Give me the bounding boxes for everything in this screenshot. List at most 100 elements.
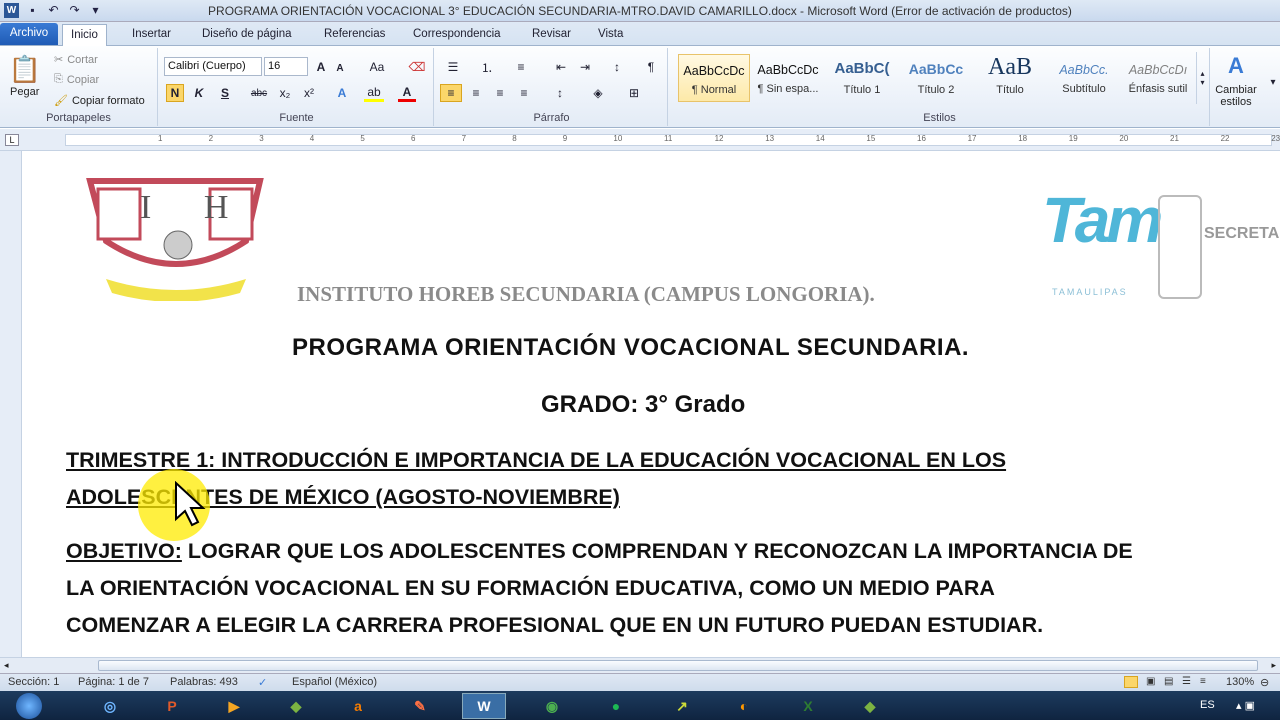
style-subtitulo[interactable]: AaBbCc. Subtítulo bbox=[1048, 54, 1120, 102]
avast-icon[interactable]: a bbox=[336, 693, 380, 719]
font-name-select[interactable]: Calibri (Cuerpo) bbox=[164, 57, 262, 76]
align-right-icon[interactable]: ≡ bbox=[490, 84, 510, 102]
tab-inicio[interactable]: Inicio bbox=[62, 24, 107, 47]
taskbar-app-icon[interactable]: ◎ bbox=[88, 693, 132, 719]
tab-archivo[interactable]: Archivo bbox=[0, 23, 58, 45]
status-page[interactable]: Página: 1 de 7 bbox=[78, 676, 149, 688]
line-spacing-icon[interactable]: ↕ bbox=[548, 84, 572, 102]
style-titulo[interactable]: AaB Título bbox=[974, 54, 1046, 102]
styles-scroll-icon[interactable]: ▴ ▾ bbox=[1196, 52, 1208, 104]
document-page[interactable]: I H Tam TAMAULIPAS SECRETARÍA DE EDUCACI… bbox=[22, 151, 1280, 657]
borders-icon[interactable]: ⊞ bbox=[622, 84, 646, 102]
app-icon[interactable]: ↗ bbox=[660, 693, 704, 719]
show-marks-icon[interactable]: ¶ bbox=[642, 58, 660, 76]
decrease-indent-icon[interactable]: ⇤ bbox=[552, 58, 570, 76]
app-icon[interactable]: ✎ bbox=[398, 693, 442, 719]
ruler-tick: 17 bbox=[967, 134, 977, 143]
superscript-button[interactable]: x² bbox=[300, 84, 318, 102]
multilevel-list-icon[interactable]: ≡ bbox=[510, 58, 532, 76]
horizontal-scrollbar[interactable]: ◂ ▸ bbox=[0, 657, 1280, 673]
shrink-font-icon[interactable]: A bbox=[332, 60, 348, 76]
spotify-icon[interactable]: ● bbox=[594, 693, 638, 719]
ih-logo-letters: I H bbox=[140, 189, 251, 226]
change-styles-button[interactable]: Cambiar estilos bbox=[1210, 84, 1262, 108]
draft-icon[interactable]: ≡ bbox=[1200, 676, 1206, 687]
ruler-tick: 6 bbox=[411, 134, 416, 143]
format-painter-button[interactable]: 🖌 Copiar formato bbox=[54, 94, 145, 108]
outline-icon[interactable]: ☰ bbox=[1182, 676, 1191, 687]
sort-icon[interactable]: ↕ bbox=[608, 58, 626, 76]
tab-referencias[interactable]: Referencias bbox=[316, 24, 393, 46]
style-sin-espaciado[interactable]: AaBbCcDc ¶ Sin espa... bbox=[752, 54, 824, 102]
coat-of-arms-icon bbox=[1158, 195, 1202, 299]
increase-indent-icon[interactable]: ⇥ bbox=[576, 58, 594, 76]
paste-button[interactable]: Pegar bbox=[10, 86, 39, 98]
tab-selector-icon[interactable]: L bbox=[5, 134, 19, 146]
strikethrough-button[interactable]: abc bbox=[248, 84, 270, 102]
numbering-icon[interactable]: ⒈ bbox=[476, 58, 498, 76]
clear-format-icon[interactable]: ⌫ bbox=[408, 58, 426, 76]
status-words[interactable]: Palabras: 493 bbox=[170, 676, 238, 688]
style-enfasis-sutil[interactable]: AaBbCcDı Énfasis sutil bbox=[1122, 54, 1194, 102]
tab-correspondencia[interactable]: Correspondencia bbox=[405, 24, 509, 46]
change-case-icon[interactable]: Aa bbox=[366, 58, 388, 76]
text-effects-icon[interactable]: A bbox=[332, 84, 352, 102]
fullscreen-reading-icon[interactable]: ▣ bbox=[1146, 676, 1155, 687]
copy-button[interactable]: ⎘ Copiar bbox=[54, 73, 99, 86]
start-button-icon[interactable] bbox=[4, 693, 54, 719]
style-preview: AaB bbox=[988, 54, 1032, 80]
style-normal[interactable]: AaBbCcDc ¶ Normal bbox=[678, 54, 750, 102]
excel-icon[interactable]: X bbox=[786, 693, 830, 719]
app-icon[interactable]: ◆ bbox=[848, 693, 892, 719]
cut-button[interactable]: ✂ Cortar bbox=[54, 53, 98, 67]
style-titulo-2[interactable]: AaBbCc Título 2 bbox=[900, 54, 972, 102]
tab-diseno[interactable]: Diseño de página bbox=[194, 24, 300, 46]
trimestre-line-1: TRIMESTRE 1: INTRODUCCIÓN E IMPORTANCIA … bbox=[66, 448, 1007, 472]
grow-font-icon[interactable]: A bbox=[312, 58, 330, 76]
scroll-right-icon[interactable]: ▸ bbox=[1271, 660, 1276, 671]
vertical-ruler bbox=[0, 151, 22, 657]
ruler-tick: 2 bbox=[208, 134, 214, 143]
align-center-icon[interactable]: ≡ bbox=[466, 84, 486, 102]
language-indicator[interactable]: ES bbox=[1200, 699, 1215, 711]
media-player-icon[interactable]: ▶ bbox=[212, 693, 256, 719]
scroll-left-icon[interactable]: ◂ bbox=[4, 660, 9, 671]
paste-icon[interactable]: 📋 bbox=[8, 52, 42, 86]
print-layout-icon[interactable] bbox=[1124, 676, 1138, 688]
chrome-icon[interactable]: ◉ bbox=[530, 693, 574, 719]
justify-icon[interactable]: ≡ bbox=[514, 84, 534, 102]
subscript-button[interactable]: x₂ bbox=[276, 84, 294, 102]
underline-button[interactable]: S bbox=[216, 84, 234, 102]
font-color-icon[interactable]: A bbox=[398, 84, 416, 102]
scroll-thumb[interactable] bbox=[98, 660, 1258, 671]
status-language[interactable]: Español (México) bbox=[292, 676, 377, 688]
status-section[interactable]: Sección: 1 bbox=[8, 676, 59, 688]
powerpoint-icon[interactable]: P bbox=[150, 693, 194, 719]
program-title: PROGRAMA ORIENTACIÓN VOCACIONAL SECUNDAR… bbox=[292, 334, 970, 361]
tab-vista[interactable]: Vista bbox=[590, 24, 631, 46]
align-left-icon[interactable]: ≡ bbox=[440, 84, 462, 102]
horizontal-ruler[interactable]: L 1 2 3 4 5 6 7 8 9 10 11 12 13 14 15 16 17 18 19 20 21 22 23 bbox=[0, 129, 1280, 151]
ruler-tick: 1 bbox=[158, 134, 163, 143]
shading-icon[interactable]: ◈ bbox=[586, 84, 610, 102]
firefox-icon[interactable]: ◐ bbox=[722, 693, 766, 719]
bullets-icon[interactable]: ☰ bbox=[442, 58, 464, 76]
proofing-icon[interactable]: ✓ bbox=[258, 676, 267, 689]
zoom-level[interactable]: 130% bbox=[1226, 676, 1254, 688]
font-group-label: Fuente bbox=[279, 112, 314, 124]
change-styles-icon[interactable]: A bbox=[1214, 52, 1258, 80]
app-icon[interactable]: ◆ bbox=[274, 693, 318, 719]
web-layout-icon[interactable]: ▤ bbox=[1164, 676, 1173, 687]
word-taskbar-icon[interactable]: W bbox=[462, 693, 506, 719]
style-name: Título 1 bbox=[843, 84, 881, 96]
zoom-out-icon[interactable]: ⊖ bbox=[1260, 676, 1269, 689]
highlight-icon[interactable]: ab bbox=[364, 84, 384, 102]
italic-button[interactable]: K bbox=[190, 84, 208, 102]
bold-button[interactable]: N bbox=[166, 84, 184, 102]
editing-icon[interactable]: ▾ bbox=[1266, 52, 1280, 112]
style-titulo-1[interactable]: AaBbC(Título 1 bbox=[826, 54, 898, 102]
font-size-select[interactable]: 16 bbox=[264, 57, 308, 76]
tray-icon[interactable]: ▴ ▣ bbox=[1236, 699, 1255, 712]
tab-revisar[interactable]: Revisar bbox=[524, 24, 579, 46]
tab-insertar[interactable]: Insertar bbox=[124, 24, 179, 46]
